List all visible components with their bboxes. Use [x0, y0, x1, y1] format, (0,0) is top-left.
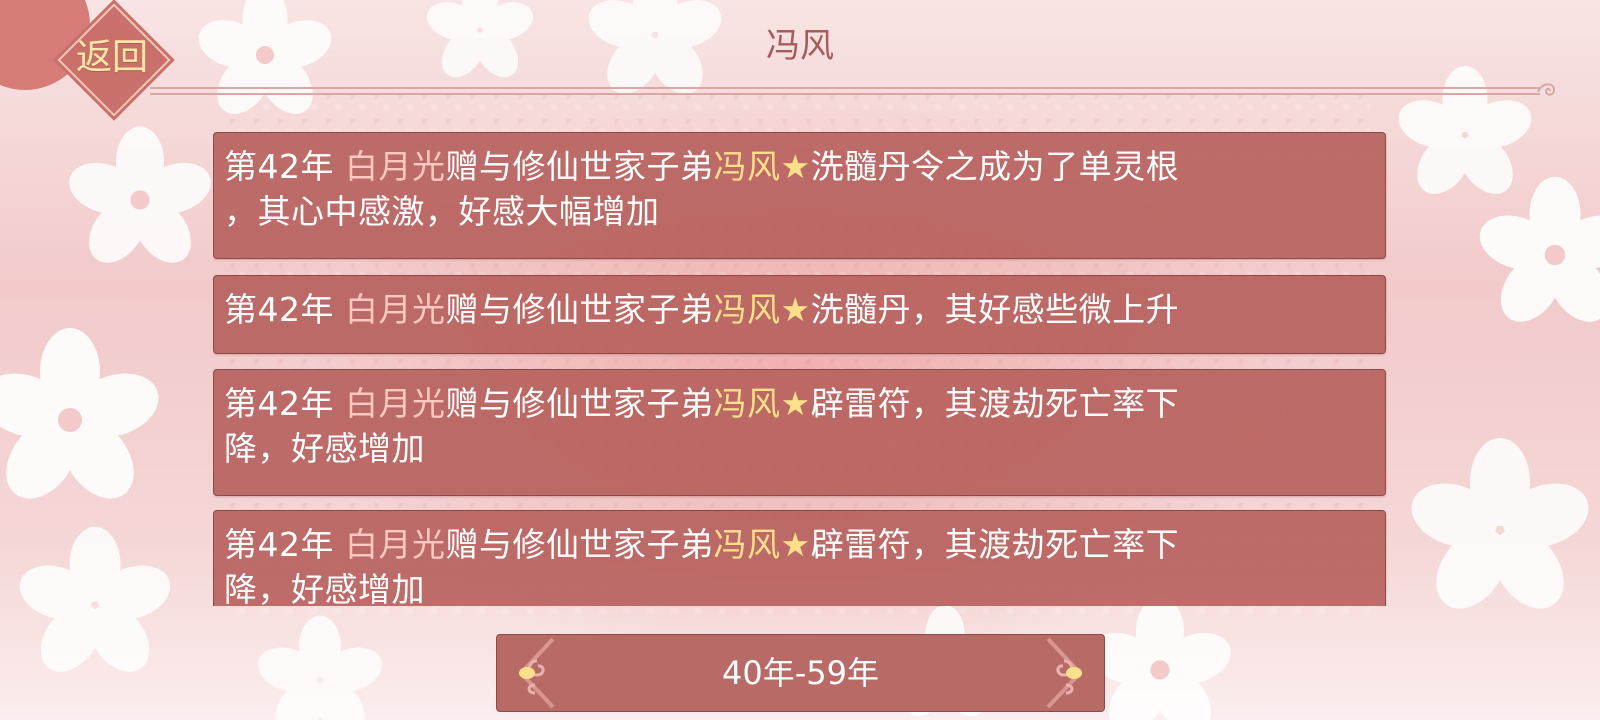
cherry-blossom-icon [198, 0, 332, 114]
cherry-blossom-icon [19, 526, 171, 672]
star-icon: ★ [780, 290, 811, 329]
log-verb: 赠与修仙世家子弟 [445, 147, 714, 186]
log-entry: 第42年 白月光赠与修仙世家子弟冯风★辟雷符，其渡劫死亡率下 降，好感增加 [213, 510, 1386, 606]
period-selector: 40年-59年 [496, 634, 1105, 712]
log-verb: 赠与修仙世家子弟 [445, 290, 714, 329]
cherry-blossom-icon [69, 126, 211, 263]
cherry-blossom-icon [258, 615, 382, 720]
cherry-blossom-icon [1479, 176, 1600, 322]
log-text: 辟雷符，其渡劫死亡率下 [810, 525, 1180, 564]
log-text: 洗髓丹令之成为了单灵根 [810, 147, 1180, 186]
recipient-name: 冯风 [713, 525, 781, 564]
giver-name: 白月光 [345, 384, 446, 423]
log-entry: 第42年 白月光赠与修仙世家子弟冯风★洗髓丹，其好感些微上升 [213, 275, 1386, 354]
giver-name: 白月光 [345, 525, 446, 564]
log-entry-line: 第42年 白月光赠与修仙世家子弟冯风★辟雷符，其渡劫死亡率下 [224, 522, 1375, 567]
log-verb: 赠与修仙世家子弟 [445, 384, 714, 423]
log-text: 辟雷符，其渡劫死亡率下 [810, 384, 1180, 423]
log-entry-line: 第42年 白月光赠与修仙世家子弟冯风★辟雷符，其渡劫死亡率下 [224, 381, 1375, 426]
cloud-arrow-left-icon[interactable] [507, 635, 567, 711]
log-text-continued: 降，好感增加 [224, 570, 425, 606]
page-title: 冯风 [766, 26, 834, 66]
star-icon: ★ [780, 384, 811, 423]
star-icon: ★ [780, 525, 811, 564]
favor-log-list[interactable]: 第42年 白月光赠与修仙世家子弟冯风★洗髓丹令之成为了单灵根 ，其心中感激，好感… [213, 132, 1388, 606]
log-year: 第42年 [224, 525, 334, 564]
log-entry: 第42年 白月光赠与修仙世家子弟冯风★辟雷符，其渡劫死亡率下 降，好感增加 [213, 369, 1386, 496]
log-verb: 赠与修仙世家子弟 [445, 525, 714, 564]
header-divider [150, 87, 1540, 95]
giver-name: 白月光 [345, 290, 446, 329]
log-text-continued: ，其心中感激，好感大幅增加 [224, 192, 660, 231]
recipient-name: 冯风 [713, 147, 781, 186]
log-entry-line: 第42年 白月光赠与修仙世家子弟冯风★洗髓丹令之成为了单灵根 [224, 144, 1375, 189]
log-text-continued: 降，好感增加 [224, 429, 425, 468]
log-year: 第42年 [224, 290, 334, 329]
recipient-name: 冯风 [713, 384, 781, 423]
cherry-blossom-icon [1411, 438, 1589, 609]
cloud-arrow-right-icon[interactable] [1034, 635, 1094, 711]
period-label: 40年-59年 [722, 654, 879, 692]
cherry-blossom-icon [0, 328, 159, 499]
cherry-blossom-icon [426, 0, 534, 78]
recipient-name: 冯风 [713, 290, 781, 329]
log-year: 第42年 [224, 147, 334, 186]
log-entry-line: 第42年 白月光赠与修仙世家子弟冯风★洗髓丹，其好感些微上升 [224, 287, 1375, 332]
swirl-ornament-icon [1537, 83, 1556, 96]
log-text: 洗髓丹，其好感些微上升 [810, 290, 1180, 329]
log-entry: 第42年 白月光赠与修仙世家子弟冯风★洗髓丹令之成为了单灵根 ，其心中感激，好感… [213, 132, 1386, 259]
giver-name: 白月光 [345, 147, 446, 186]
back-button[interactable]: 返回 [57, 3, 171, 117]
back-button-label: 返回 [75, 37, 148, 78]
log-year: 第42年 [224, 384, 334, 423]
star-icon: ★ [780, 147, 811, 186]
